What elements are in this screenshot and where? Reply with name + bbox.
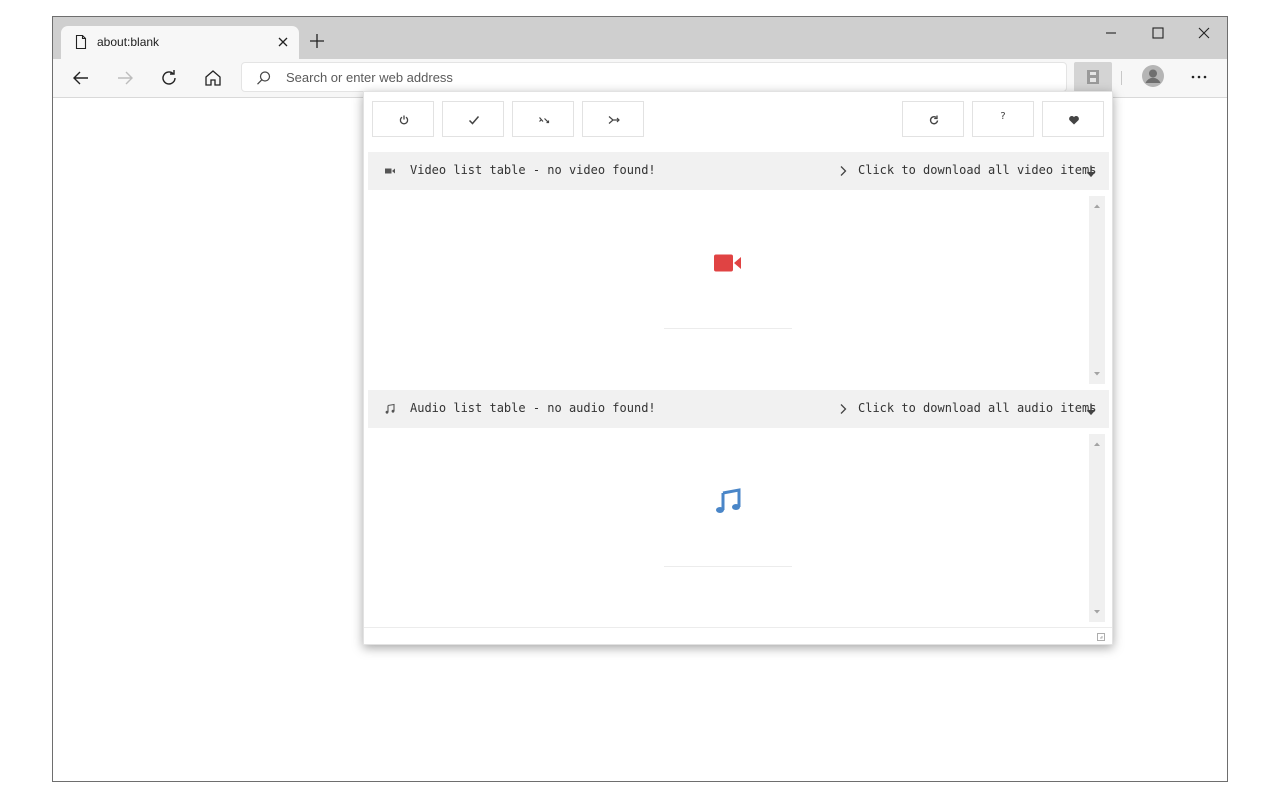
help-label: ? xyxy=(1000,111,1006,122)
tab-bar: about:blank xyxy=(53,17,1227,59)
toolbar-divider xyxy=(1121,71,1122,85)
reload-button[interactable] xyxy=(902,101,964,137)
favorite-button[interactable] xyxy=(1042,101,1104,137)
check-icon xyxy=(468,116,480,125)
profile-icon[interactable] xyxy=(1142,65,1164,87)
page-icon xyxy=(75,34,87,50)
reload-icon xyxy=(929,115,939,125)
scroll-down-icon[interactable] xyxy=(1093,609,1101,615)
home-icon[interactable] xyxy=(203,68,223,88)
heart-icon xyxy=(1069,115,1079,125)
video-camera-icon xyxy=(714,254,741,272)
minimize-icon[interactable] xyxy=(1103,25,1119,41)
power-button[interactable] xyxy=(372,101,434,137)
shuffle-icon xyxy=(539,117,550,124)
scroll-down-icon[interactable] xyxy=(1093,371,1101,377)
download-all-audio-link[interactable]: Click to download all audio items xyxy=(858,401,1096,415)
merge-button[interactable] xyxy=(582,101,644,137)
popup-footer xyxy=(364,627,1112,645)
extension-button[interactable] xyxy=(1074,62,1112,92)
video-section-header[interactable]: Video list table - no video found! Click… xyxy=(368,152,1109,190)
close-icon[interactable] xyxy=(275,34,291,50)
audio-header-text: Audio list table - no audio found! xyxy=(410,401,656,415)
video-list xyxy=(368,192,1109,384)
scroll-up-icon[interactable] xyxy=(1093,203,1101,209)
close-window-icon[interactable] xyxy=(1196,25,1212,41)
download-all-video-link[interactable]: Click to download all video items xyxy=(858,163,1096,177)
chevron-right-icon xyxy=(840,166,847,176)
plus-icon[interactable] xyxy=(309,33,325,49)
search-icon xyxy=(257,71,271,85)
arrow-down-icon[interactable] xyxy=(1086,164,1096,178)
extension-popup: ? Video list table - no video found! Cli… xyxy=(363,91,1113,645)
arrow-left-icon[interactable] xyxy=(71,68,91,88)
merge-icon xyxy=(608,116,620,124)
audio-section-header[interactable]: Audio list table - no audio found! Click… xyxy=(368,390,1109,428)
resize-icon[interactable] xyxy=(1097,633,1105,641)
power-icon xyxy=(399,115,409,125)
audio-empty-divider xyxy=(664,566,792,567)
scroll-up-icon[interactable] xyxy=(1093,441,1101,447)
video-header-text: Video list table - no video found! xyxy=(410,163,656,177)
audio-scrollbar[interactable] xyxy=(1089,434,1105,622)
address-bar[interactable]: Search or enter web address xyxy=(241,62,1067,92)
tab-about-blank[interactable]: about:blank xyxy=(61,26,299,59)
refresh-icon[interactable] xyxy=(159,68,179,88)
shuffle-button[interactable] xyxy=(512,101,574,137)
video-camera-small-icon xyxy=(385,168,395,174)
audio-list xyxy=(368,430,1109,622)
music-note-small-icon xyxy=(385,403,395,414)
video-scrollbar[interactable] xyxy=(1089,196,1105,384)
arrow-right-icon[interactable] xyxy=(115,68,135,88)
ellipsis-icon[interactable] xyxy=(1189,67,1209,87)
check-button[interactable] xyxy=(442,101,504,137)
tab-title: about:blank xyxy=(97,35,160,49)
extension-icon xyxy=(1087,70,1099,84)
help-button[interactable]: ? xyxy=(972,101,1034,137)
maximize-icon[interactable] xyxy=(1150,25,1166,41)
address-placeholder: Search or enter web address xyxy=(286,70,453,85)
chevron-right-icon xyxy=(840,404,847,414)
arrow-down-icon[interactable] xyxy=(1086,402,1096,416)
music-note-icon xyxy=(716,488,741,513)
video-empty-divider xyxy=(664,328,792,329)
